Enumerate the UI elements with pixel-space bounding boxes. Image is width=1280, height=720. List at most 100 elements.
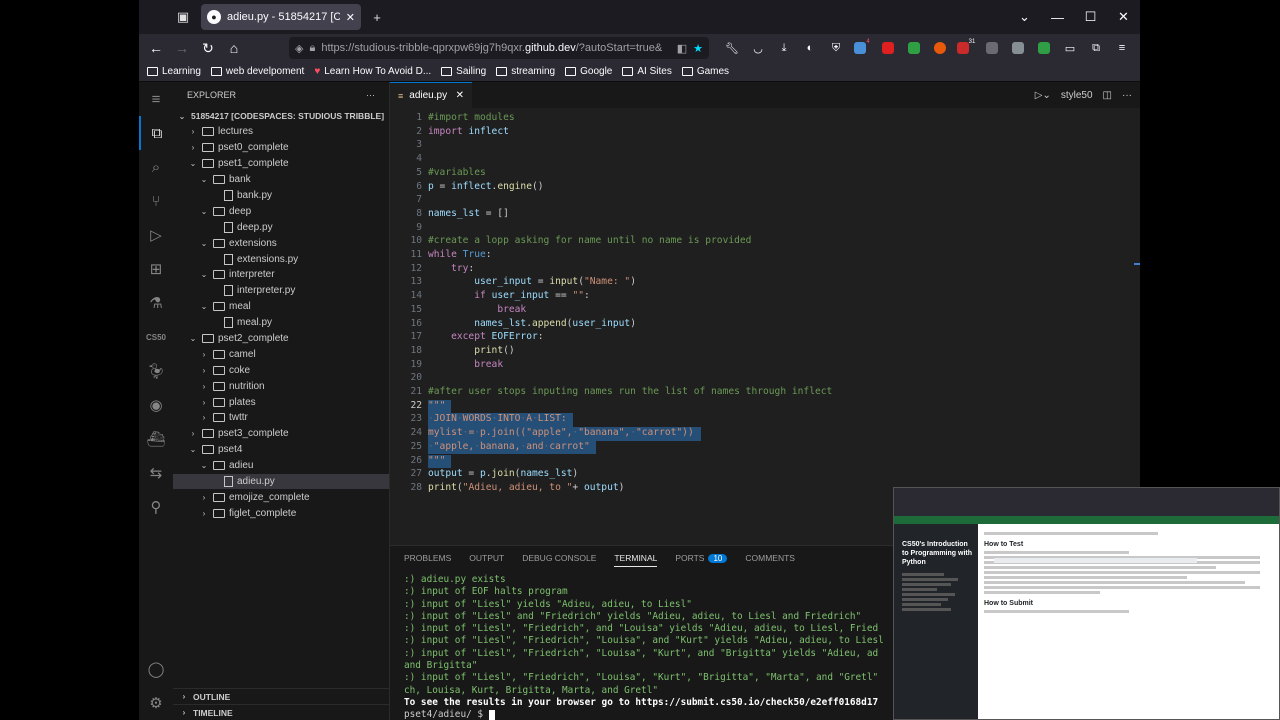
editor-tab-adieu[interactable]: ≡ adieu.py ✕ (390, 82, 472, 108)
forward-icon[interactable]: → (169, 35, 195, 61)
split-editor-icon[interactable]: ◫ (1103, 90, 1112, 101)
menu-icon[interactable]: ≡ (1110, 36, 1134, 60)
lock-icon[interactable]: 🔒︎ (309, 42, 315, 55)
duck-icon[interactable]: 🦆︎ (139, 354, 173, 388)
extension-gray-icon[interactable] (980, 36, 1004, 60)
run-debug-icon[interactable]: ▷ (139, 218, 173, 252)
tree-file[interactable]: extensions.py (173, 251, 389, 267)
close-window-icon[interactable]: ✕ (1107, 0, 1140, 34)
bookmark-games[interactable]: Games (681, 66, 729, 77)
github-icon[interactable]: ◉ (139, 388, 173, 422)
home-icon[interactable]: ⌂ (221, 35, 247, 61)
manage-gear-icon[interactable]: ⚙ (139, 686, 173, 720)
notification-icon[interactable]: 4 (850, 36, 874, 60)
maximize-icon[interactable]: ☐ (1074, 0, 1107, 34)
extension-screen-icon[interactable]: ▭ (1058, 36, 1082, 60)
tab-output[interactable]: OUTPUT (469, 553, 504, 563)
style50-button[interactable]: style50 (1061, 90, 1093, 101)
extensions-icon[interactable]: ⊞ (139, 252, 173, 286)
tab-ports[interactable]: PORTS 10 (675, 553, 728, 563)
extension-dark-icon[interactable]: ◐ (798, 36, 822, 60)
tree-folder[interactable]: › pset0_complete (173, 140, 389, 156)
tab-problems[interactable]: PROBLEMS (404, 553, 451, 563)
picture-in-picture-browser[interactable]: CS50's Introduction to Programming with … (893, 487, 1280, 720)
back-icon[interactable]: ← (143, 35, 169, 61)
tab-debug-console[interactable]: DEBUG CONSOLE (522, 553, 596, 563)
extensions-puzzle-icon[interactable]: ⧉ (1084, 36, 1108, 60)
calendar-icon[interactable]: 31 (954, 36, 978, 60)
tab-list-chevron-icon[interactable]: ⌄ (1008, 0, 1041, 34)
bookmark-sailing[interactable]: Sailing (441, 66, 486, 77)
new-tab-icon[interactable]: + (365, 5, 389, 29)
bookmark-learning[interactable]: Learning (147, 66, 201, 77)
extension-orange-icon[interactable] (928, 36, 952, 60)
extension-shield-icon[interactable]: ⛨ (824, 36, 848, 60)
more-actions-icon[interactable]: ··· (366, 90, 375, 100)
bookmark-web-development[interactable]: web develpoment (210, 66, 304, 77)
tab-comments[interactable]: COMMENTS (745, 553, 795, 563)
tree-folder[interactable]: › twttr (173, 410, 389, 426)
cs50-icon[interactable]: CS50 (139, 320, 173, 354)
pocket-save-icon[interactable]: ◡ (746, 36, 770, 60)
tree-folder[interactable]: › lectures (173, 124, 389, 140)
tree-folder[interactable]: › emojize_complete (173, 489, 389, 505)
tree-folder[interactable]: ⌄ pset4 (173, 442, 389, 458)
pocket-icon[interactable]: ◧ (677, 42, 687, 55)
tree-file[interactable]: interpreter.py (173, 283, 389, 299)
account-icon[interactable]: ◯ (139, 652, 173, 686)
bookmark-google[interactable]: Google (565, 66, 612, 77)
tree-folder[interactable]: ⌄ deep (173, 203, 389, 219)
url-bar[interactable]: ◈ 🔒︎ https://studious-tribble-qprxpw69jg… (289, 37, 709, 59)
tree-file[interactable]: adieu.py (173, 473, 389, 490)
editor-more-icon[interactable]: ··· (1122, 90, 1132, 101)
close-tab-icon[interactable]: ✕ (346, 11, 355, 24)
minimize-icon[interactable]: — (1041, 0, 1074, 34)
shield-icon[interactable]: ◈ (295, 42, 303, 55)
source-control-icon[interactable]: ⑂ (139, 184, 173, 218)
tree-file[interactable]: meal.py (173, 315, 389, 331)
tree-file[interactable]: deep.py (173, 219, 389, 235)
tree-folder[interactable]: › coke (173, 362, 389, 378)
tree-folder[interactable]: ⌄ pset1_complete (173, 156, 389, 172)
tree-folder[interactable]: ⌄ interpreter (173, 267, 389, 283)
heart-icon: ♥ (314, 66, 321, 77)
extension-box-icon[interactable] (1006, 36, 1030, 60)
search-icon[interactable]: ⌕ (139, 150, 173, 184)
live-share-icon[interactable]: ⇆ (139, 456, 173, 490)
tree-file[interactable]: bank.py (173, 188, 389, 204)
tree-folder[interactable]: › pset3_complete (173, 426, 389, 442)
hamburger-menu-icon[interactable]: ≡ (139, 82, 173, 116)
python-icon[interactable]: ⚲ (139, 490, 173, 524)
bookmark-ai-sites[interactable]: AI Sites (622, 66, 672, 77)
timeline-section[interactable]: › TIMELINE (173, 704, 390, 720)
outline-section[interactable]: › OUTLINE (173, 688, 390, 704)
wrench-icon[interactable]: 🔧︎ (720, 36, 744, 60)
workspace-root-label: 51854217 [CODESPACES: STUDIOUS TRIBBLE] (191, 111, 385, 121)
bookmark-star-icon[interactable]: ★ (693, 42, 703, 55)
adblock-shield-icon[interactable] (1032, 36, 1056, 60)
extension-green-icon[interactable] (902, 36, 926, 60)
download-icon[interactable]: ⤓ (772, 36, 796, 60)
tree-folder[interactable]: › plates (173, 394, 389, 410)
docker-icon[interactable]: ⛴ (139, 422, 173, 456)
tree-folder[interactable]: ⌄ adieu (173, 458, 389, 474)
browser-tab-active[interactable]: ● adieu.py - 51854217 [Codespac ✕ (201, 4, 361, 30)
tree-folder[interactable]: › nutrition (173, 378, 389, 394)
workspace-root[interactable]: ⌄ 51854217 [CODESPACES: STUDIOUS TRIBBLE… (173, 108, 389, 124)
testing-flask-icon[interactable]: ⚗ (139, 286, 173, 320)
tab-overview-icon[interactable]: ▣ (171, 5, 195, 29)
tree-folder[interactable]: › figlet_complete (173, 505, 389, 521)
tree-folder[interactable]: › camel (173, 346, 389, 362)
run-python-icon[interactable]: ▷⌄ (1035, 90, 1051, 101)
tree-folder[interactable]: ⌄ meal (173, 299, 389, 315)
explorer-files-icon[interactable]: ⧉ (139, 116, 173, 150)
tree-folder[interactable]: ⌄ pset2_complete (173, 331, 389, 347)
tab-terminal[interactable]: TERMINAL (614, 553, 658, 567)
bookmark-avoid[interactable]: ♥ Learn How To Avoid D... (314, 66, 431, 77)
youtube-icon[interactable] (876, 36, 900, 60)
reload-icon[interactable]: ↻ (195, 35, 221, 61)
tree-folder[interactable]: ⌄ extensions (173, 235, 389, 251)
tree-folder[interactable]: ⌄ bank (173, 172, 389, 188)
bookmark-streaming[interactable]: streaming (496, 66, 555, 77)
close-editor-tab-icon[interactable]: ✕ (456, 90, 464, 101)
